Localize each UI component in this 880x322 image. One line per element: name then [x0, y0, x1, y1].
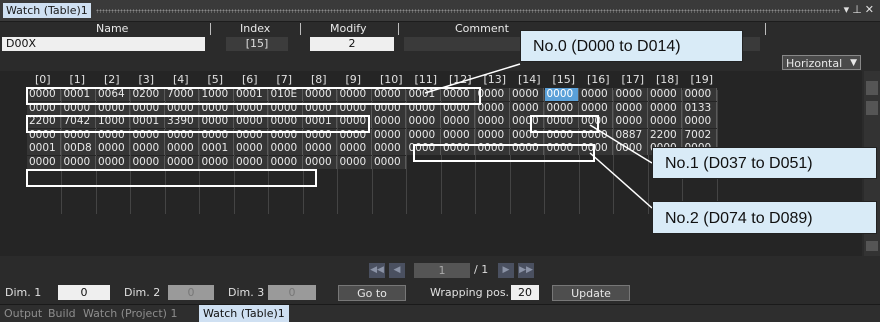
bottom-tab-bar: Output Build Watch (Project) 1 Watch (Ta… — [0, 304, 880, 322]
dim3-label: Dim. 3 — [228, 286, 265, 299]
prev-page-button[interactable]: ◀ — [389, 263, 405, 278]
update-button[interactable]: Update — [552, 285, 630, 301]
goto-button[interactable]: Go to — [338, 285, 406, 301]
dim2-label: Dim. 2 — [124, 286, 161, 299]
page-count: / 1 — [474, 263, 489, 276]
page-input[interactable]: 1 — [414, 263, 470, 278]
wrapping-pos-label: Wrapping pos. — [430, 286, 510, 299]
wrapping-pos-input[interactable]: 20 — [511, 285, 539, 300]
tab-watch-table[interactable]: Watch (Table)1 — [199, 305, 289, 322]
dim1-label: Dim. 1 — [5, 286, 42, 299]
callout-no1: No.1 (D037 to D051) — [652, 147, 877, 179]
last-page-button[interactable]: ▶▶ — [518, 263, 534, 278]
next-page-button[interactable]: ▶ — [498, 263, 514, 278]
tab-output[interactable]: Output — [4, 307, 42, 320]
dim1-input[interactable]: 0 — [58, 285, 110, 300]
dim2-input[interactable]: 0 — [168, 285, 214, 300]
first-page-button[interactable]: ◀◀ — [369, 263, 385, 278]
tab-watch-project[interactable]: Watch (Project) 1 — [83, 307, 177, 320]
dim3-input[interactable]: 0 — [268, 285, 316, 300]
tab-build[interactable]: Build — [48, 307, 76, 320]
callout-no2: No.2 (D074 to D089) — [652, 201, 877, 234]
callout-no0: No.0 (D000 to D014) — [520, 30, 743, 62]
